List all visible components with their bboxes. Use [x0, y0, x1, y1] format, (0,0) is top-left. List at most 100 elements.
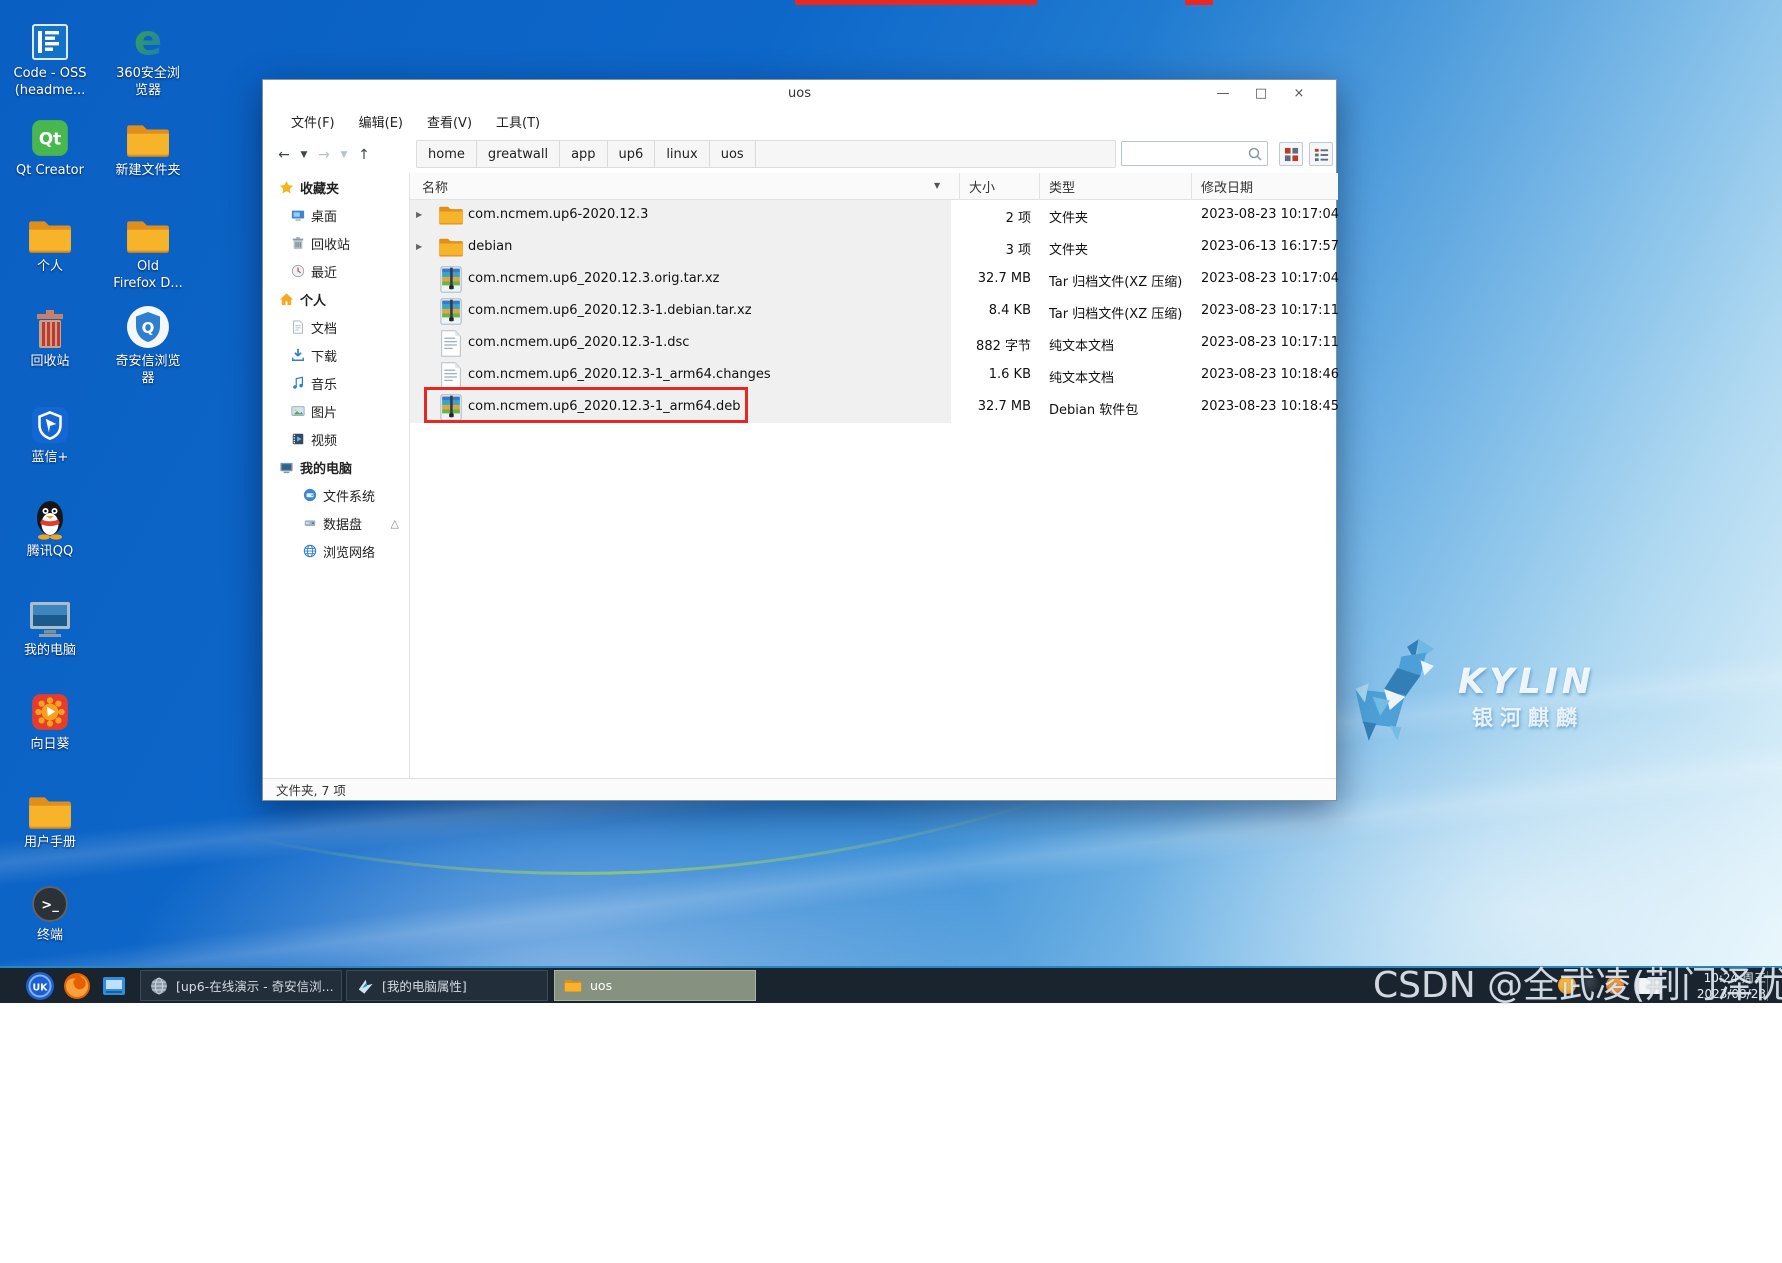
launcher-firefox[interactable]: [62, 971, 92, 1001]
maximize-button[interactable]: □: [1242, 80, 1280, 107]
show-desktop-button[interactable]: [1767, 971, 1778, 1001]
forward-history-button[interactable]: ▼: [337, 144, 351, 166]
qq-tray-icon[interactable]: [1582, 976, 1600, 994]
task-button-uos[interactable]: uos: [554, 970, 756, 1001]
breadcrumb-segment-uos[interactable]: uos: [710, 141, 756, 167]
breadcrumb-segment-home[interactable]: home: [417, 141, 477, 167]
sidebar-item-label: 文件系统: [323, 486, 375, 505]
launcher-ukui[interactable]: UK: [25, 971, 55, 1001]
breadcrumb-segment-linux[interactable]: linux: [655, 141, 709, 167]
column-header-date[interactable]: 修改日期: [1191, 173, 1253, 199]
file-row-com.ncmem.up6-2020.12.3[interactable]: ▶com.ncmem.up6-2020.12.32 项文件夹2023-08-23…: [410, 199, 1338, 231]
file-date: 2023-08-23 10:17:11: [1201, 335, 1339, 350]
folder-icon: [27, 793, 73, 831]
file-date: 2023-06-13 16:17:57: [1201, 239, 1339, 254]
column-header-size[interactable]: 大小: [959, 173, 995, 199]
desktop: Code - OSS(headme...QtQt Creator个人回收站蓝信+…: [0, 0, 1782, 1003]
sidebar-group-个人[interactable]: 个人: [263, 285, 409, 313]
sidebar-item-文档[interactable]: 文档: [263, 313, 409, 341]
forward-button[interactable]: →: [313, 144, 335, 166]
sidebar-item-回收站[interactable]: 回收站: [263, 229, 409, 257]
file-name: com.ncmem.up6-2020.12.3: [468, 207, 648, 222]
file-type: 纯文本文档: [1049, 367, 1114, 386]
eject-icon[interactable]: △: [391, 517, 399, 530]
file-size: 8.4 KB: [850, 303, 1031, 318]
file-row-debian[interactable]: ▶debian3 项文件夹2023-06-13 16:17:57: [410, 231, 1338, 263]
textfile-icon: [440, 330, 462, 357]
expand-arrow-icon[interactable]: ▶: [416, 242, 422, 251]
sidebar-item-音乐[interactable]: 音乐: [263, 369, 409, 397]
desktop-icon-old[interactable]: OldFirefox D...: [100, 209, 196, 292]
close-button[interactable]: ×: [1280, 80, 1318, 107]
sidebar-item-label: 文档: [311, 318, 337, 337]
kylin-brand-watermark: KYLIN 银河麒麟: [1340, 630, 1670, 750]
desktopmini-icon: [291, 208, 305, 222]
desktop-icon-奇安信浏览[interactable]: Q奇安信浏览器: [100, 304, 196, 387]
task-button-[up6-在线演示 - 奇安信浏...[interactable]: [up6-在线演示 - 奇安信浏...: [140, 970, 342, 1001]
archive-icon: [440, 266, 462, 293]
input-method-indicator[interactable]: [1636, 978, 1662, 994]
back-button[interactable]: ←: [273, 144, 295, 166]
back-history-button[interactable]: ▼: [297, 144, 311, 166]
file-row-com.ncmem.up6_2020.12.3-1.debian.tar.xz[interactable]: com.ncmem.up6_2020.12.3-1.debian.tar.xz8…: [410, 295, 1338, 327]
sidebar-item-视频[interactable]: 视频: [263, 425, 409, 453]
expand-arrow-icon[interactable]: ▶: [416, 210, 422, 219]
folderfile-icon: [438, 236, 464, 258]
file-date: 2023-08-23 10:18:45: [1201, 399, 1339, 414]
minimize-button[interactable]: —: [1204, 80, 1242, 107]
breadcrumb-segment-greatwall[interactable]: greatwall: [477, 141, 560, 167]
desktop-icon-个人[interactable]: 个人: [2, 209, 98, 275]
breadcrumb-segment-app[interactable]: app: [560, 141, 607, 167]
sunflower-tray-icon[interactable]: [1558, 976, 1576, 994]
menu-查看V[interactable]: 查看(V): [415, 109, 484, 134]
textfile-icon: [440, 362, 462, 389]
file-row-com.ncmem.up6_2020.12.3.orig.tar.xz[interactable]: com.ncmem.up6_2020.12.3.orig.tar.xz32.7 …: [410, 263, 1338, 295]
clock[interactable]: 10:24 周三 2023/08/23: [1686, 970, 1766, 1002]
search-input[interactable]: [1126, 143, 1248, 165]
desktop-icon-用户手册[interactable]: 用户手册: [2, 785, 98, 851]
sidebar-item-文件系统[interactable]: 文件系统: [263, 481, 409, 509]
desktop-icon-终端[interactable]: >_终端: [2, 878, 98, 944]
sidebar-item-最近[interactable]: 最近: [263, 257, 409, 285]
desktop-icon-label: 个人: [2, 258, 98, 275]
column-header-name[interactable]: 名称: [422, 173, 448, 199]
menu-文件F[interactable]: 文件(F): [279, 109, 347, 134]
sidebar-item-数据盘[interactable]: 数据盘△: [263, 509, 409, 537]
desktop-icon-qt-creator[interactable]: QtQt Creator: [2, 113, 98, 179]
red-highlight-annotation: [424, 387, 748, 423]
desktop-icon-360安全浏[interactable]: e360安全浏览器: [100, 16, 196, 99]
list-view-button[interactable]: [1309, 142, 1333, 166]
file-date: 2023-08-23 10:18:46: [1201, 367, 1339, 382]
sidebar-group-我的电脑[interactable]: 我的电脑: [263, 453, 409, 481]
desktop-icon-腾讯qq[interactable]: 腾讯QQ: [2, 494, 98, 560]
sidebar-group-收藏夹[interactable]: 收藏夹: [263, 173, 409, 201]
menu-工具T[interactable]: 工具(T): [484, 109, 552, 134]
desktop-icon-回收站[interactable]: 回收站: [2, 304, 98, 370]
desktop-icon-code-oss[interactable]: Code - OSS(headme...: [2, 16, 98, 99]
menu-编辑E[interactable]: 编辑(E): [347, 109, 415, 134]
svg-text:Qt: Qt: [39, 128, 61, 148]
file-date: 2023-08-23 10:17:04: [1201, 207, 1339, 222]
up-button[interactable]: ↑: [353, 144, 375, 166]
sidebar-item-label: 视频: [311, 430, 337, 449]
desktop-icon-向日葵[interactable]: 向日葵: [2, 687, 98, 753]
column-header-type[interactable]: 类型: [1039, 173, 1075, 199]
sidebar-item-桌面[interactable]: 桌面: [263, 201, 409, 229]
breadcrumb-segment-up6[interactable]: up6: [608, 141, 656, 167]
sidebar-item-图片[interactable]: 图片: [263, 397, 409, 425]
sidebar-item-下载[interactable]: 下载: [263, 341, 409, 369]
svg-text:>_: >_: [41, 898, 59, 913]
compmini-icon: [279, 460, 294, 475]
svg-text:e: e: [134, 18, 162, 62]
icon-view-button[interactable]: [1279, 142, 1303, 166]
window-titlebar[interactable]: uos — □ ×: [263, 80, 1336, 107]
launcher-fm[interactable]: [99, 971, 129, 1001]
file-row-com.ncmem.up6_2020.12.3-1.dsc[interactable]: com.ncmem.up6_2020.12.3-1.dsc882 字节纯文本文档…: [410, 327, 1338, 359]
task-button-[我的电脑属性][interactable]: [我的电脑属性]: [346, 970, 548, 1001]
security-tray-icon[interactable]: [1606, 976, 1624, 994]
desktop-icon-蓝信+[interactable]: 蓝信+: [2, 400, 98, 466]
desktop-icon-新建文件夹[interactable]: 新建文件夹: [100, 113, 196, 179]
desktop-icon-我的电脑[interactable]: 我的电脑: [2, 593, 98, 659]
sidebar-item-浏览网络[interactable]: 浏览网络: [263, 537, 409, 565]
list-view-icon: [1314, 147, 1329, 162]
